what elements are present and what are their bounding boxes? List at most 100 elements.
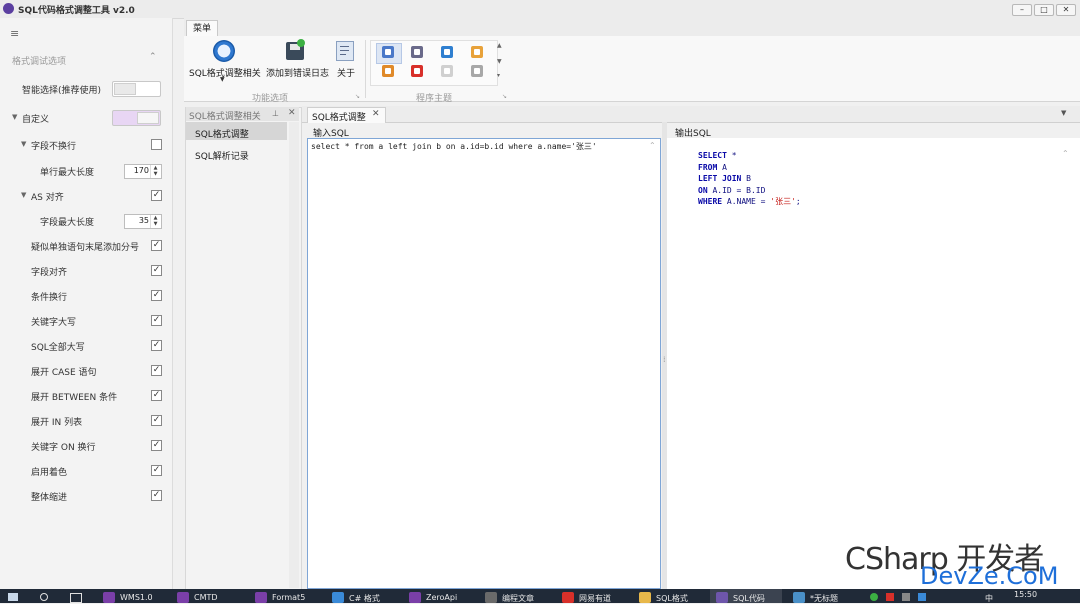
sql-text: * bbox=[726, 151, 737, 160]
option-checkbox[interactable]: ✓ bbox=[151, 365, 162, 376]
option-label: 启用着色 bbox=[31, 468, 68, 478]
clock[interactable]: 15:50 bbox=[1014, 590, 1037, 599]
pin-icon[interactable]: ⊥ bbox=[272, 109, 279, 118]
theme-swatch-icon[interactable] bbox=[382, 65, 394, 77]
theme-swatch-icon[interactable] bbox=[411, 65, 423, 77]
nav-item-parse-log[interactable]: SQL解析记录 bbox=[195, 149, 249, 162]
gallery-scroll-up-icon[interactable]: ▲ bbox=[497, 42, 502, 49]
option-toggle[interactable] bbox=[112, 81, 161, 97]
theme-swatch-icon[interactable] bbox=[441, 65, 453, 77]
hamburger-menu-icon[interactable]: ≡ bbox=[10, 27, 22, 40]
taskbar-app-icon[interactable] bbox=[639, 592, 651, 603]
option-checkbox[interactable]: ✓ bbox=[151, 440, 162, 451]
nav-close-icon[interactable]: ✕ bbox=[288, 108, 296, 118]
taskbar-app-label[interactable]: 编程文章 bbox=[502, 593, 534, 604]
sql-keyword: WHERE bbox=[698, 197, 723, 206]
taskbar-app-label[interactable]: 网易有道 bbox=[579, 593, 611, 604]
taskbar-app-label[interactable]: CMTD bbox=[194, 593, 218, 602]
nav-item-sql-format[interactable]: SQL格式调整 bbox=[195, 127, 249, 140]
title-bar bbox=[0, 0, 1080, 19]
about-button[interactable]: 关于 bbox=[337, 66, 355, 79]
expand-arrow-icon[interactable]: ▼ bbox=[21, 191, 26, 199]
option-checkbox[interactable]: ✓ bbox=[151, 415, 162, 426]
option-checkbox[interactable]: ✓ bbox=[151, 240, 162, 251]
option-checkbox[interactable]: ✓ bbox=[151, 265, 162, 276]
tab-close-icon[interactable]: ✕ bbox=[372, 109, 380, 119]
taskbar-app-label[interactable]: WMS1.0 bbox=[120, 593, 153, 602]
input-sql-editor[interactable] bbox=[307, 138, 661, 589]
option-label: 关键字 ON 换行 bbox=[31, 443, 96, 453]
options-panel bbox=[0, 18, 173, 589]
taskbar-app-label[interactable]: ZeroApi bbox=[426, 593, 457, 602]
taskbar-app-icon[interactable] bbox=[332, 592, 344, 603]
taskbar-app-label[interactable]: C# 格式 bbox=[349, 593, 380, 604]
taskbar-app-label[interactable]: Format5 bbox=[272, 593, 305, 602]
document-icon[interactable] bbox=[336, 41, 354, 61]
scroll-up-icon[interactable]: ⌃ bbox=[649, 141, 656, 150]
taskbar-app-icon[interactable] bbox=[255, 592, 267, 603]
ime-indicator[interactable]: 中 bbox=[985, 593, 993, 604]
scroll-up-icon[interactable]: ⌃ bbox=[1062, 149, 1069, 158]
spinner-arrows-icon[interactable]: ▲ ▼ bbox=[150, 165, 160, 178]
option-checkbox[interactable]: ✓ bbox=[151, 465, 162, 476]
search-icon[interactable] bbox=[40, 593, 48, 601]
sql-string: '张三' bbox=[770, 197, 796, 206]
spinner-value[interactable]: 35 bbox=[139, 216, 149, 225]
sql-text: A.NAME = bbox=[722, 197, 771, 206]
output-sql-code[interactable]: SELECT * FROM A LEFT JOIN B ON A.ID = B.ID W… bbox=[698, 150, 801, 208]
option-checkbox[interactable]: ✓ bbox=[151, 390, 162, 401]
maximize-button[interactable]: □ bbox=[1034, 4, 1054, 16]
option-checkbox[interactable] bbox=[151, 139, 162, 150]
option-checkbox[interactable]: ✓ bbox=[151, 190, 162, 201]
options-panel-header: 格式调试选项 bbox=[12, 57, 67, 67]
nav-scrollbar[interactable] bbox=[289, 122, 299, 588]
taskbar-app-label[interactable]: SQL格式 bbox=[656, 593, 688, 604]
sql-keyword: SELECT bbox=[698, 151, 727, 160]
theme-swatch-icon[interactable] bbox=[382, 46, 394, 58]
taskbar-app-icon[interactable] bbox=[485, 592, 497, 603]
option-checkbox[interactable]: ✓ bbox=[151, 340, 162, 351]
splitter-grip-icon[interactable]: ⁞ bbox=[663, 355, 666, 364]
gallery-scroll-down-icon[interactable]: ▼ bbox=[497, 58, 502, 65]
spinner-arrows-icon[interactable]: ▲ ▼ bbox=[150, 215, 160, 228]
option-checkbox[interactable]: ✓ bbox=[151, 490, 162, 501]
document-tab-label[interactable]: SQL格式调整 bbox=[312, 110, 366, 123]
compass-icon[interactable] bbox=[213, 40, 235, 62]
tab-list-dropdown-icon[interactable]: ▼ bbox=[1061, 109, 1066, 117]
taskbar-app-icon[interactable] bbox=[103, 592, 115, 603]
expand-arrow-icon[interactable]: ▼ bbox=[12, 113, 17, 121]
input-sql-text[interactable]: select * from a left join b on a.id=b.id… bbox=[311, 141, 597, 152]
option-spinner[interactable]: 35 ▲ ▼ bbox=[124, 214, 162, 229]
expand-arrow-icon[interactable]: ▼ bbox=[21, 140, 26, 148]
theme-swatch-icon[interactable] bbox=[471, 65, 483, 77]
tray-icons bbox=[870, 593, 960, 601]
option-checkbox[interactable]: ✓ bbox=[151, 315, 162, 326]
theme-swatch-icon[interactable] bbox=[471, 46, 483, 58]
gallery-more-icon[interactable]: ▾ bbox=[497, 72, 500, 79]
add-error-log-button[interactable]: 添加到错误日志 bbox=[266, 66, 329, 79]
spinner-value[interactable]: 170 bbox=[134, 166, 149, 175]
taskbar-app-label[interactable]: *无标题 bbox=[810, 593, 838, 604]
close-button[interactable]: ✕ bbox=[1056, 4, 1076, 16]
collapse-up-icon[interactable]: ⌃ bbox=[149, 52, 157, 62]
group-expand-icon[interactable]: ↘ bbox=[502, 93, 507, 100]
theme-swatch-icon[interactable] bbox=[441, 46, 453, 58]
taskbar-app-icon[interactable] bbox=[409, 592, 421, 603]
option-label: 展开 BETWEEN 条件 bbox=[31, 393, 118, 403]
option-toggle[interactable] bbox=[112, 110, 161, 126]
minimize-button[interactable]: – bbox=[1012, 4, 1032, 16]
option-label: 字段对齐 bbox=[31, 268, 68, 278]
option-label: 关键字大写 bbox=[31, 318, 77, 328]
start-icon[interactable] bbox=[8, 593, 18, 601]
taskbar-app-icon[interactable] bbox=[177, 592, 189, 603]
taskbar-app-icon[interactable] bbox=[562, 592, 574, 603]
option-checkbox[interactable]: ✓ bbox=[151, 290, 162, 301]
theme-swatch-icon[interactable] bbox=[411, 46, 423, 58]
option-spinner[interactable]: 170 ▲ ▼ bbox=[124, 164, 162, 179]
dropdown-arrow-icon[interactable]: ▼ bbox=[220, 76, 225, 83]
sql-text: B bbox=[741, 174, 751, 183]
save-icon[interactable] bbox=[286, 39, 305, 60]
task-view-icon[interactable] bbox=[70, 593, 82, 603]
taskbar-app-icon[interactable] bbox=[793, 592, 805, 603]
group-expand-icon[interactable]: ↘ bbox=[355, 93, 360, 100]
